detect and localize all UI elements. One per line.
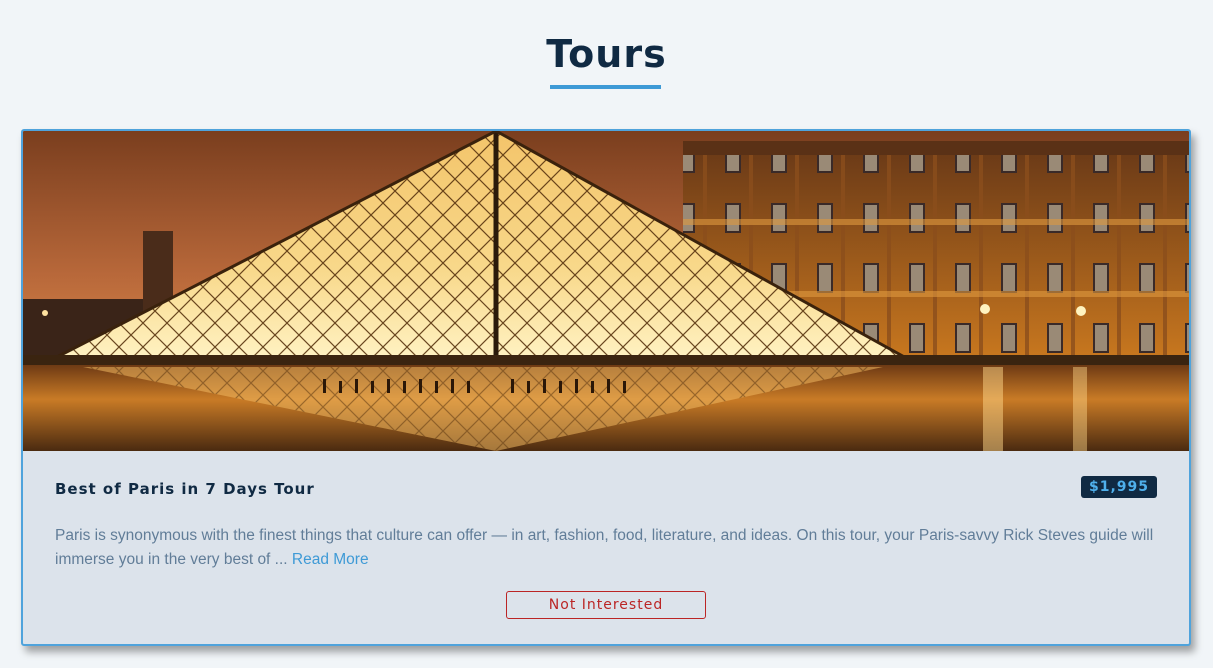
tour-description: Paris is synonymous with the finest thin… <box>55 524 1165 572</box>
title-underline <box>550 85 661 89</box>
louvre-pyramid-image <box>23 131 1189 451</box>
tour-title: Best of Paris in 7 Days Tour <box>55 480 315 498</box>
read-more-link[interactable]: Read More <box>292 551 369 568</box>
not-interested-button[interactable]: Not Interested <box>506 591 706 619</box>
tour-description-text: Paris is synonymous with the finest thin… <box>55 527 1154 568</box>
tour-price-badge: $1,995 <box>1080 476 1157 498</box>
tour-info: Best of Paris in 7 Days Tour $1,995 Pari… <box>23 451 1189 644</box>
tour-image <box>23 131 1189 451</box>
page-title: Tours <box>546 32 667 76</box>
tours-page: Tours Best of Paris in 7 Days Tour $1,99… <box>0 0 1213 668</box>
tour-card: Best of Paris in 7 Days Tour $1,995 Pari… <box>21 129 1191 646</box>
title-wrap: Tours <box>0 30 1213 78</box>
